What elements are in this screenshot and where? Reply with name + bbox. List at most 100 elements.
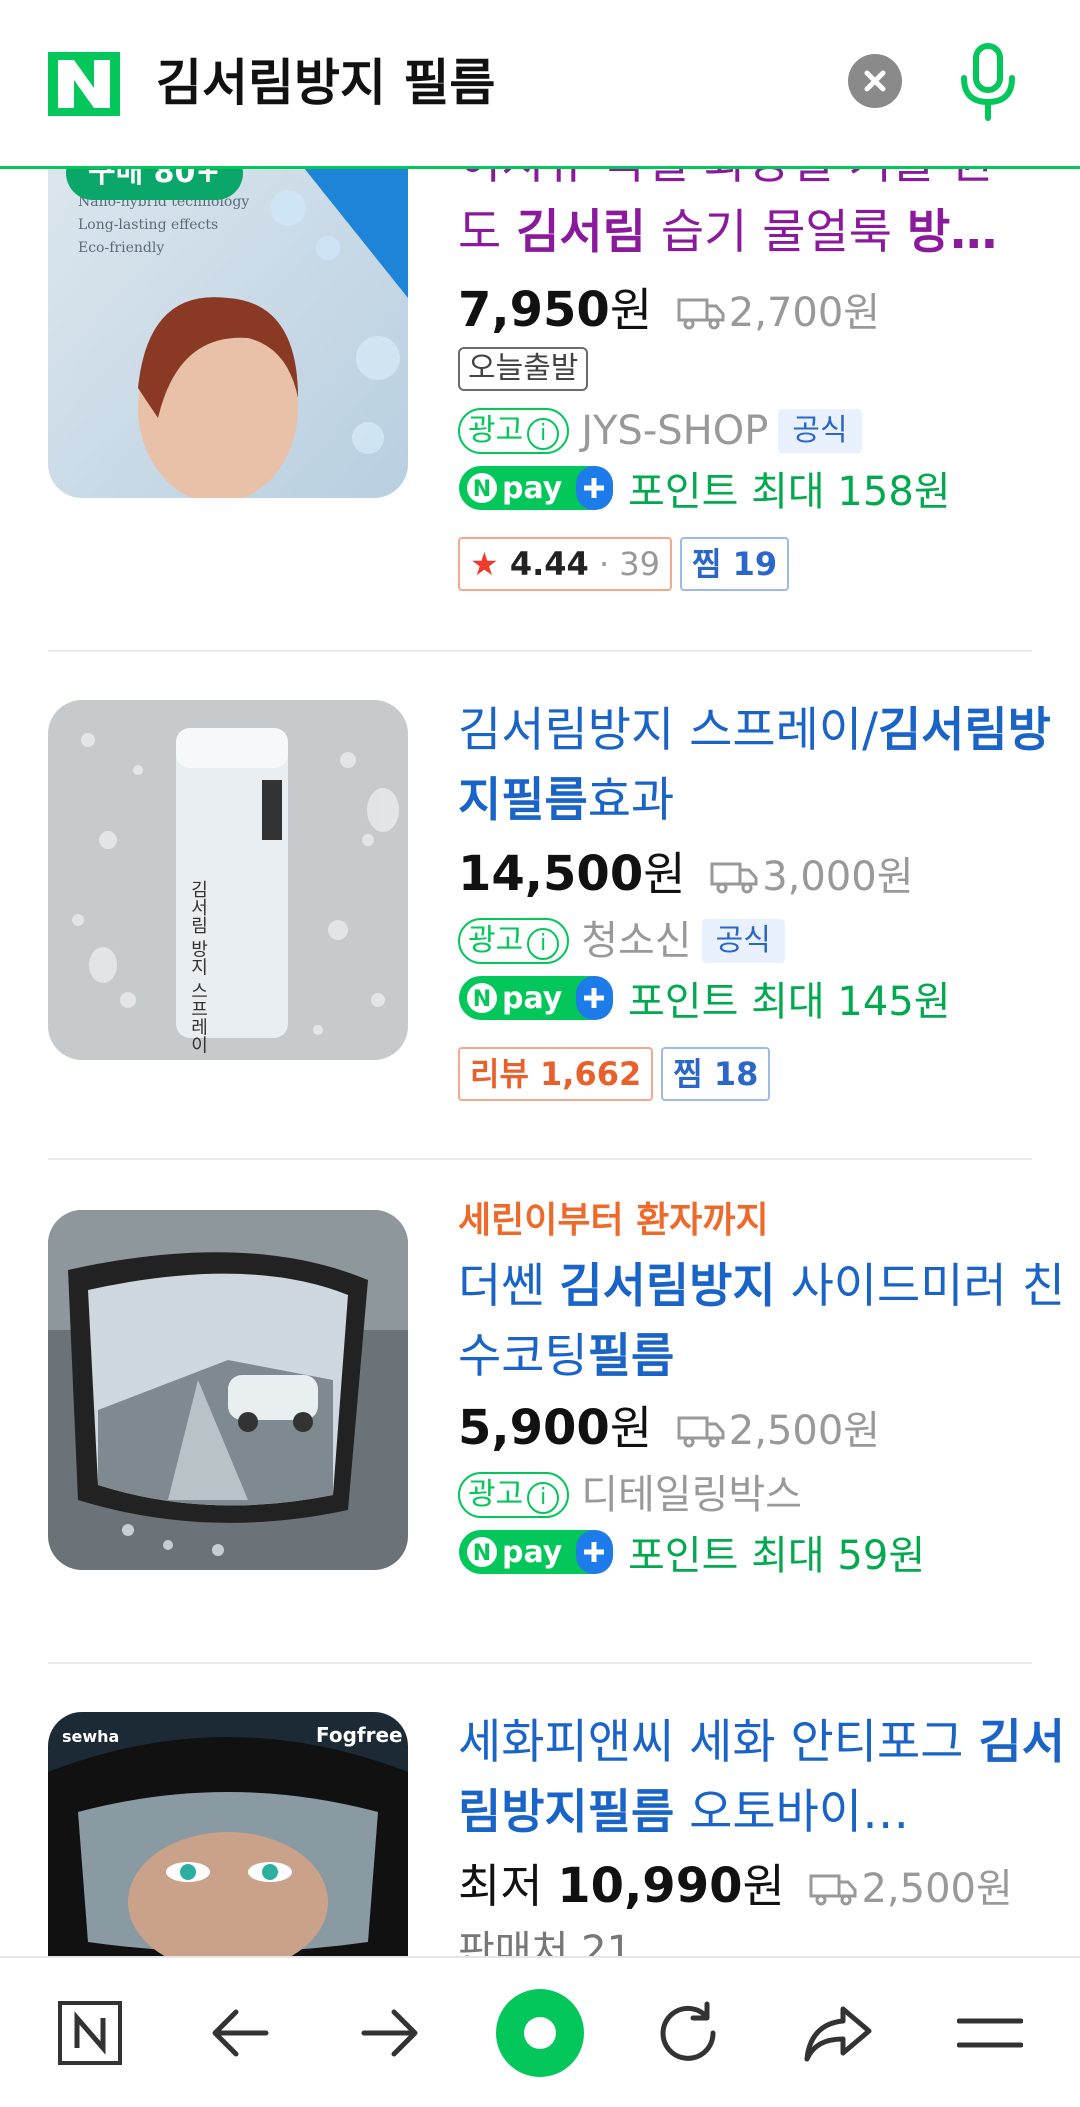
title-highlight: 필름 <box>587 1329 675 1384</box>
browser-toolbar <box>0 1956 1080 2107</box>
svg-text:pay: pay <box>502 471 563 506</box>
back-arrow-icon[interactable] <box>180 1958 300 2107</box>
mic-icon[interactable] <box>956 42 1020 124</box>
green-dot-icon[interactable] <box>480 1958 600 2107</box>
shipping-value: 3,000원 <box>762 854 914 900</box>
title-segment: 효과 <box>587 773 675 828</box>
price-line: 최저 10,990원 2,500원 <box>458 1854 1078 1921</box>
search-query[interactable]: 김서림방지 필름 <box>156 48 495 118</box>
truck-icon <box>710 862 758 894</box>
share-icon[interactable] <box>778 1958 898 2107</box>
product-image[interactable] <box>48 1210 408 1570</box>
shipping-value: 2,700원 <box>728 290 881 336</box>
zzim-badge[interactable]: 찜 18 <box>661 1047 771 1101</box>
svg-text:pay: pay <box>502 1535 563 1570</box>
truck-icon <box>809 1874 857 1906</box>
shipping-value: 2,500원 <box>861 1866 1013 1912</box>
info-icon: i <box>527 418 560 450</box>
item-divider <box>48 650 1032 652</box>
currency: 원 <box>742 1859 785 1913</box>
svg-text:N: N <box>473 1541 491 1566</box>
official-badge: 공식 <box>701 919 785 963</box>
svg-text:Long-lasting effects: Long-lasting effects <box>78 217 218 233</box>
item-divider <box>48 1662 1032 1664</box>
zzim-badge[interactable]: 찜 19 <box>680 537 790 591</box>
title-highlight: 김서림 <box>516 205 646 260</box>
forward-arrow-icon[interactable] <box>330 1958 450 2107</box>
badge-row: ★ 4.44 · 39 찜 19 <box>458 537 1078 591</box>
product-info: 이지유 욕실 화장실 거울 윈 도 김서림 습기 물얼룩 방… 7,950원 2… <box>458 128 1078 591</box>
ad-label: 광고 <box>468 923 524 958</box>
ad-badge[interactable]: 광고 i <box>458 408 570 454</box>
svg-text:pay: pay <box>502 981 563 1016</box>
seller-name[interactable]: 청소신 <box>581 918 691 964</box>
product-info: 세린이부터 환자까지 더쎈 김서림방지 사이드미러 친수코팅필름 5,900원 … <box>458 1194 1078 1593</box>
price: 5,900 <box>458 1400 610 1456</box>
svg-text:sewha: sewha <box>62 1727 119 1746</box>
info-icon: i <box>527 928 560 960</box>
ad-label: 광고 <box>468 413 524 448</box>
seller-name[interactable]: JYS-SHOP <box>581 408 768 454</box>
product-title[interactable]: 세화피앤씨 세화 안티포그 김서림방지필름 오토바이… <box>458 1708 1078 1848</box>
points-text: 포인트 최대 158원 <box>628 469 951 515</box>
refresh-icon[interactable] <box>628 1958 748 2107</box>
ad-badge[interactable]: 광고 i <box>458 1472 570 1518</box>
clear-icon[interactable] <box>848 54 902 108</box>
home-n-icon[interactable] <box>30 1958 150 2107</box>
ad-badge[interactable]: 광고 i <box>458 918 570 964</box>
naver-logo-icon[interactable] <box>48 52 120 116</box>
shipping-fee: 2,700원 <box>677 290 880 336</box>
price: 7,950 <box>458 282 610 338</box>
shipping-fee: 2,500원 <box>677 1408 880 1454</box>
svg-text:N: N <box>473 987 491 1012</box>
npay-plus-icon: Npay <box>458 465 614 529</box>
seller-line: 광고 i 디테일링박스 <box>458 1465 1078 1525</box>
title-segment: 세화피앤씨 세화 안티포그 <box>458 1715 979 1770</box>
npay-plus-icon: Npay <box>458 975 614 1039</box>
ad-label: 광고 <box>468 1477 524 1512</box>
seller-name[interactable]: 디테일링박스 <box>581 1472 802 1518</box>
currency: 원 <box>643 847 686 901</box>
product-info: 김서림방지 스프레이/김서림방지필름효과 14,500원 3,000원 광고 i 청… <box>458 696 1078 1101</box>
npay-points: Npay 포인트 최대 59원 <box>458 1525 1078 1593</box>
shipping-fee: 2,500원 <box>809 1866 1013 1912</box>
shipping-fee: 3,000원 <box>710 854 914 900</box>
item-divider <box>48 1158 1032 1160</box>
price-line: 5,900원 2,500원 <box>458 1396 1078 1463</box>
price: 14,500 <box>458 846 644 902</box>
product-title[interactable]: 김서림방지 스프레이/김서림방지필름효과 <box>458 696 1078 836</box>
npay-plus-icon: Npay <box>458 1529 614 1593</box>
menu-icon[interactable] <box>930 1958 1050 2107</box>
svg-text:Fogfree: Fogfree <box>316 1723 403 1747</box>
npay-points: Npay 포인트 최대 145원 <box>458 971 1078 1039</box>
seller-line: 광고 i 청소신 공식 <box>458 911 1078 971</box>
price-line: 14,500원 3,000원 <box>458 842 1078 909</box>
svg-text:N: N <box>473 477 491 502</box>
truck-icon <box>677 298 725 330</box>
title-segment: 도 <box>458 205 517 260</box>
badge-row: 리뷰 1,662 찜 18 <box>458 1047 1078 1101</box>
seller-line: 광고 i JYS-SHOP 공식 <box>458 401 1078 461</box>
shipping-value: 2,500원 <box>728 1408 881 1454</box>
title-highlight: 방… <box>906 205 998 260</box>
product-title[interactable]: 더쎈 김서림방지 사이드미러 친수코팅필름 <box>458 1252 1078 1392</box>
product-info: 세화피앤씨 세화 안티포그 김서림방지필름 오토바이… 최저 10,990원 2… <box>458 1708 1078 1981</box>
price-prefix: 최저 <box>458 1859 558 1913</box>
title-segment: 더쎈 <box>458 1259 560 1314</box>
title-segment: 오토바이… <box>674 1785 910 1840</box>
currency: 원 <box>609 1401 653 1455</box>
price-line: 7,950원 2,700원 <box>458 278 1078 345</box>
official-badge: 공식 <box>778 409 862 453</box>
search-header: 김서림방지 필름 <box>0 0 1080 169</box>
product-image[interactable]: 김서림 방지 스프레이 <box>48 700 408 1060</box>
svg-text:Eco-friendly: Eco-friendly <box>78 240 164 256</box>
review-badge[interactable]: 리뷰 1,662 <box>458 1047 654 1101</box>
rating-count: · 39 <box>588 545 661 583</box>
same-day-tag: 오늘출발 <box>458 347 589 391</box>
points-text: 포인트 최대 145원 <box>628 979 951 1025</box>
title-segment: 김서림방지 스프레이/ <box>458 703 878 758</box>
svg-text:김서림 방지 스프레이: 김서림 방지 스프레이 <box>188 880 209 1054</box>
price: 10,990 <box>557 1858 743 1914</box>
rating-badge[interactable]: ★ 4.44 · 39 <box>458 537 673 591</box>
info-icon: i <box>527 1482 560 1514</box>
